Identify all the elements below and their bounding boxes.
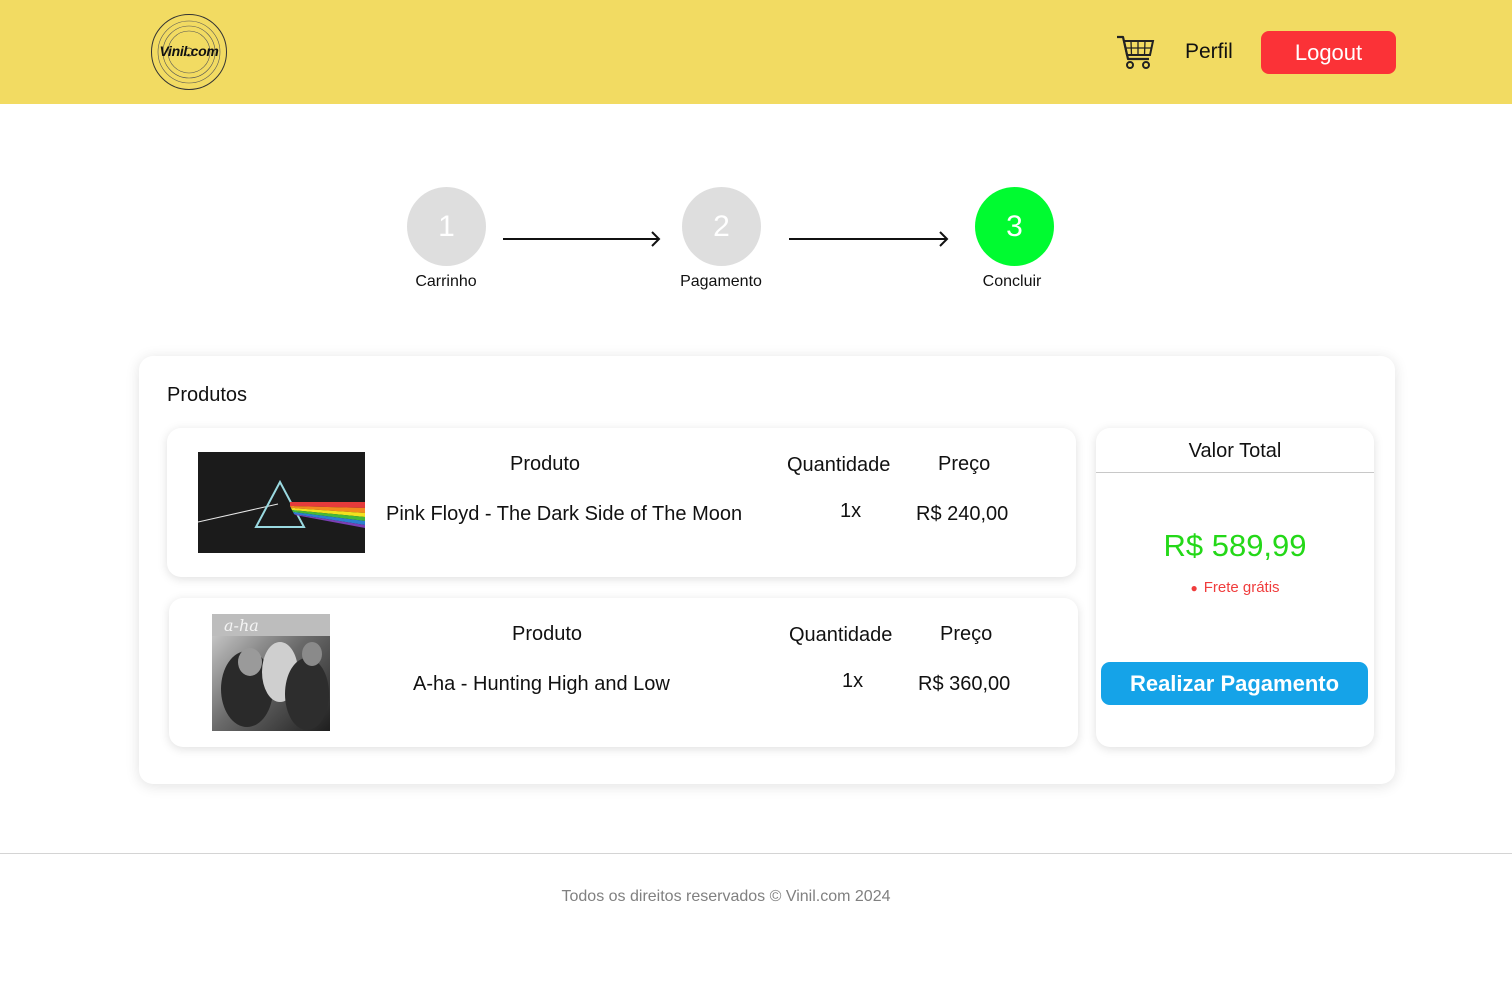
total-value: R$ 589,99 <box>1163 528 1307 563</box>
products-title: Produtos <box>167 384 248 406</box>
shipping-text: Frete grátis <box>1203 579 1280 596</box>
product-name: A-ha - Hunting High and Low <box>413 673 670 695</box>
product-header: Produto <box>510 453 581 475</box>
arrow-right-icon <box>789 231 949 247</box>
step-3-label: Concluir <box>982 273 1042 290</box>
shipping-note: ● Frete grátis <box>1096 579 1374 596</box>
step-2-circle: 2 <box>682 187 761 266</box>
logout-button[interactable]: Logout <box>1261 31 1396 74</box>
quantity-header: Quantidade <box>789 624 893 646</box>
step-3-circle: 3 <box>975 187 1054 266</box>
bullet-icon: ● <box>1190 581 1198 595</box>
cart-icon[interactable] <box>1115 32 1155 72</box>
product-header: Produto <box>512 623 583 645</box>
product-quantity: 1x <box>840 500 862 522</box>
album-cover-image <box>198 452 365 553</box>
summary-title: Valor Total <box>1188 440 1282 462</box>
product-price: R$ 240,00 <box>916 503 1009 525</box>
step-1-label: Carrinho <box>415 273 477 290</box>
divider <box>1096 472 1374 473</box>
step-2-label: Pagamento <box>680 273 762 290</box>
pay-button[interactable]: Realizar Pagamento <box>1101 662 1368 705</box>
product-quantity: 1x <box>842 670 864 692</box>
price-header: Preço <box>940 623 993 645</box>
quantity-header: Quantidade <box>787 454 891 476</box>
top-header: Vinil.com Perfil Logout <box>0 0 1512 104</box>
footer-copyright: Todos os direitos reservados © Vinil.com… <box>561 888 891 905</box>
price-header: Preço <box>938 453 991 475</box>
step-2-number: 2 <box>713 209 730 243</box>
step-1-number: 1 <box>438 209 455 243</box>
product-name: Pink Floyd - The Dark Side of The Moon <box>386 503 743 525</box>
svg-text:a-ha: a-ha <box>224 616 259 635</box>
arrow-right-icon <box>503 231 661 247</box>
footer-divider <box>0 853 1512 854</box>
logo-text: Vinil.com <box>159 43 219 59</box>
step-3-number: 3 <box>1006 209 1023 243</box>
step-1-circle: 1 <box>407 187 486 266</box>
order-summary: Valor Total R$ 589,99 ● Frete grátis Real… <box>1096 428 1374 747</box>
album-cover-image: a-ha <box>212 614 330 731</box>
product-price: R$ 360,00 <box>918 673 1011 695</box>
logo[interactable]: Vinil.com <box>150 13 228 91</box>
profile-link[interactable]: Perfil <box>1185 40 1233 64</box>
